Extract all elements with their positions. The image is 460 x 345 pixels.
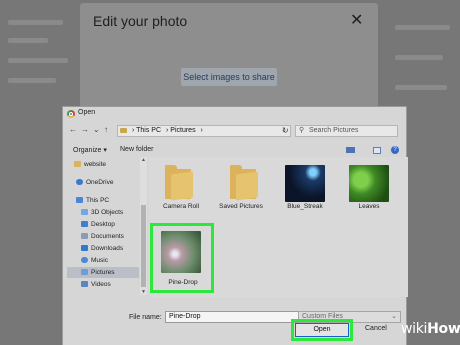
scroll-up-icon[interactable]: ▲ (140, 157, 147, 163)
music-icon (81, 257, 88, 264)
image-thumbnail (349, 165, 389, 202)
folder-icon (74, 161, 81, 168)
scroll-down-icon[interactable]: ▼ (140, 289, 147, 295)
chevron-right-icon: › (165, 127, 169, 134)
sidebar-item-music[interactable]: Music (81, 255, 108, 266)
background-text (8, 58, 68, 63)
address-bar[interactable]: › This PC › Pictures › ⌄ (117, 125, 291, 137)
sidebar-item-label: website (84, 161, 107, 168)
download-icon (81, 245, 88, 252)
cancel-button[interactable]: Cancel (365, 325, 387, 332)
open-file-dialog: Open ← → ⌄ ↑ › This PC › Pictures › ⌄ ↻ … (62, 106, 408, 345)
command-bar: Organize ▾ New folder ? (63, 143, 406, 157)
background-text (8, 78, 56, 83)
background-text (8, 38, 48, 43)
sidebar-item-label: This PC (86, 197, 110, 204)
sidebar-item-website[interactable]: website (74, 159, 106, 170)
dialog-title: Open (78, 109, 96, 116)
breadcrumb-this-pc[interactable]: This PC (136, 127, 161, 134)
watermark-wiki: wiki (401, 321, 428, 337)
background-text (395, 55, 443, 60)
sidebar-scrollbar[interactable]: ▲ ▼ (140, 157, 147, 295)
select-images-button[interactable]: Select images to share (181, 68, 277, 86)
highlight-box (150, 223, 214, 293)
documents-icon (81, 233, 88, 240)
sidebar-item-downloads[interactable]: Downloads (81, 243, 123, 254)
chevron-down-icon[interactable]: ⌄ (93, 125, 100, 134)
file-label: Blue_Streak (287, 203, 323, 210)
folder-icon (165, 165, 199, 201)
chrome-icon (67, 110, 75, 118)
file-label: Saved Pictures (219, 203, 263, 210)
back-arrow-icon[interactable]: ← (69, 125, 77, 134)
pictures-folder-icon (120, 127, 127, 133)
sidebar-item-label: OneDrive (86, 179, 114, 186)
sidebar-item-label: Music (91, 257, 108, 264)
filename-value: Pine-Drop (169, 313, 201, 320)
organize-button[interactable]: Organize ▾ (73, 146, 107, 154)
dialog-titlebar: Open (63, 107, 406, 121)
sidebar-item-this-pc[interactable]: This PC (76, 195, 109, 206)
up-arrow-icon[interactable]: ↑ (104, 125, 108, 134)
sidebar-item-desktop[interactable]: Desktop (81, 219, 115, 230)
sidebar-item-documents[interactable]: Documents (81, 231, 124, 242)
search-icon: ⚲ (299, 127, 305, 134)
sidebar-item-label: Documents (91, 233, 124, 240)
chevron-right-icon: › (131, 127, 135, 134)
modal-title: Edit your photo (93, 13, 188, 29)
close-icon[interactable]: ✕ (350, 10, 363, 30)
refresh-icon[interactable]: ↻ (282, 126, 289, 135)
file-label: Camera Roll (162, 203, 200, 210)
cube-icon (81, 209, 88, 216)
forward-arrow-icon[interactable]: → (81, 125, 89, 134)
desktop-icon (81, 221, 88, 228)
background-text (395, 25, 450, 30)
open-button[interactable]: Open (295, 323, 349, 337)
background-text (8, 20, 63, 25)
search-input[interactable]: ⚲ Search Pictures (295, 125, 398, 137)
help-icon[interactable]: ? (391, 146, 399, 154)
watermark-how: How (427, 321, 460, 337)
sidebar-item-onedrive[interactable]: OneDrive (76, 177, 113, 188)
file-label: Leaves (358, 203, 380, 210)
chevron-down-icon[interactable]: ⌄ (391, 312, 397, 322)
cloud-icon (76, 179, 83, 186)
navigation-bar: ← → ⌄ ↑ › This PC › Pictures › ⌄ ↻ ⚲ Sea… (63, 123, 406, 139)
scrollbar-thumb[interactable] (141, 205, 146, 287)
sidebar-item-videos[interactable]: Videos (81, 279, 111, 290)
new-folder-button[interactable]: New folder (120, 146, 153, 153)
sidebar-item-label: 3D Objects (91, 209, 124, 216)
background-text (395, 85, 447, 90)
pictures-icon (81, 269, 88, 276)
sidebar-item-pictures[interactable]: Pictures (67, 267, 139, 278)
video-icon (81, 281, 88, 288)
navigation-pane: website OneDrive This PC 3D Objects Desk… (63, 157, 149, 297)
sidebar-item-label: Desktop (91, 221, 115, 228)
image-thumbnail (285, 165, 325, 202)
search-placeholder: Search Pictures (309, 127, 359, 134)
sidebar-item-label: Pictures (91, 269, 115, 276)
chevron-right-icon: › (200, 127, 203, 134)
sidebar-item-label: Downloads (91, 245, 124, 252)
breadcrumb-pictures[interactable]: Pictures (170, 127, 195, 134)
sidebar-item-label: Videos (91, 281, 111, 288)
wikihow-watermark: wikiHow (401, 321, 460, 337)
view-options-icon[interactable] (346, 147, 355, 153)
preview-pane-icon[interactable] (373, 147, 381, 154)
filename-label: File name: (129, 314, 162, 321)
pc-icon (76, 197, 83, 204)
dialog-footer: File name: Pine-Drop ⌄ Custom Files ⌄ (63, 305, 406, 345)
folder-icon (230, 165, 264, 201)
sidebar-item-3d-objects[interactable]: 3D Objects (81, 207, 123, 218)
